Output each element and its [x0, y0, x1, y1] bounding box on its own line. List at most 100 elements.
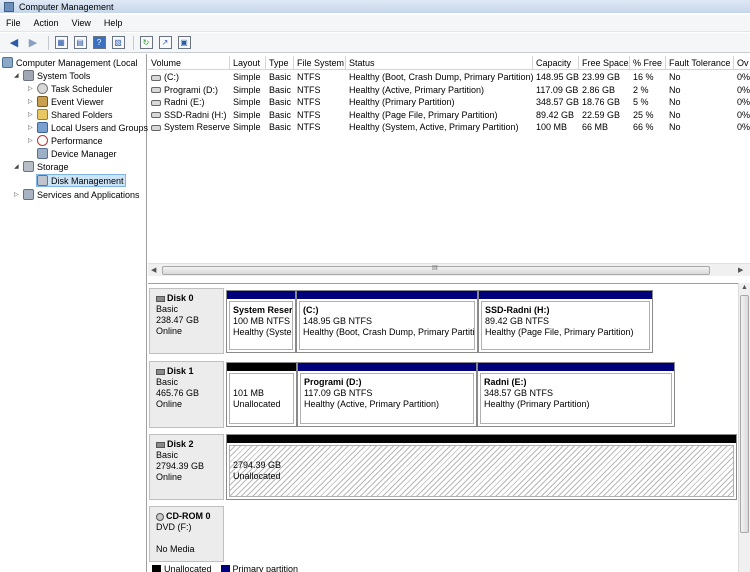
tree-item-local-users[interactable]: ▷ Local Users and Groups	[28, 121, 148, 134]
partition-h[interactable]: SSD-Radni (H:) 89.42 GB NTFS Healthy (Pa…	[478, 290, 653, 353]
show-hide-console-tree-icon[interactable]: ▦	[53, 35, 69, 51]
tree-item-services-applications[interactable]: ▷ Services and Applications	[14, 188, 140, 201]
performance-icon	[37, 135, 48, 146]
collapse-arrow-icon[interactable]: ◢	[14, 163, 23, 170]
menu-action[interactable]: Action	[34, 18, 59, 28]
disk-size: 2794.39 GB	[156, 461, 205, 471]
cdrom-0-label[interactable]: CD-ROM 0 DVD (F:) No Media	[149, 506, 224, 562]
cell-capacity: 148.95 GB	[536, 72, 579, 82]
menu-file[interactable]: File	[6, 18, 21, 28]
table-row[interactable]: System Reserved Simple Basic NTFS Health…	[148, 121, 750, 134]
column-header-percent-free[interactable]: % Free	[630, 56, 666, 69]
tree-item-device-manager[interactable]: Device Manager	[37, 147, 117, 160]
storage-icon	[23, 161, 34, 172]
export-glyph: ↗	[158, 36, 172, 49]
partition-system-reserved[interactable]: System Reserv 100 MB NTFS Healthy (Syste…	[226, 290, 296, 353]
tree-label: Computer Management (Local	[16, 57, 138, 68]
table-row[interactable]: Programi (D:) Simple Basic NTFS Healthy …	[148, 84, 750, 97]
drive-icon	[151, 112, 161, 119]
horizontal-scroll-thumb[interactable]: III	[162, 265, 710, 275]
show-hide-action-pane-icon[interactable]: ▧	[110, 35, 126, 51]
column-header-free-space[interactable]: Free Space	[579, 56, 630, 69]
partition-size: 2794.39 GB	[233, 460, 282, 470]
tree-item-task-scheduler[interactable]: ▷ Task Scheduler	[28, 82, 113, 95]
partition-d[interactable]: Programi (D:) 117.09 GB NTFS Healthy (Ac…	[297, 362, 477, 427]
table-row[interactable]: (C:) Simple Basic NTFS Healthy (Boot, Cr…	[148, 71, 750, 84]
vertical-scrollbar[interactable]: ▲	[738, 283, 750, 572]
help-icon[interactable]: ?	[91, 35, 107, 51]
forward-arrow-icon[interactable]: ▶	[25, 35, 41, 51]
menu-help[interactable]: Help	[104, 18, 123, 28]
expand-arrow-icon[interactable]: ▷	[28, 137, 37, 144]
tree-item-performance[interactable]: ▷ Performance	[28, 134, 103, 147]
cell-volume: SSD-Radni (H:)	[148, 109, 230, 122]
partition-title: Radni (E:)	[484, 377, 527, 387]
partition-c[interactable]: (C:) 148.95 GB NTFS Healthy (Boot, Crash…	[296, 290, 478, 353]
legend: Unallocated Primary partition	[152, 564, 298, 572]
expand-arrow-icon[interactable]: ▷	[14, 191, 23, 198]
menu-view[interactable]: View	[72, 18, 91, 28]
column-header-layout[interactable]: Layout	[230, 56, 266, 69]
horizontal-scrollbar[interactable]: ◀ III ▶	[148, 263, 750, 276]
partition-e[interactable]: Radni (E:) 348.57 GB NTFS Healthy (Prima…	[477, 362, 675, 427]
column-header-status[interactable]: Status	[346, 56, 533, 69]
table-row[interactable]: Radni (E:) Simple Basic NTFS Healthy (Pr…	[148, 96, 750, 109]
properties-icon[interactable]: ▤	[72, 35, 88, 51]
disk-0-label[interactable]: Disk 0 Basic 238.47 GB Online	[149, 288, 224, 354]
tree-item-disk-management[interactable]: Disk Management	[36, 174, 126, 187]
cell-overhead: 0%	[737, 122, 750, 132]
column-header-volume[interactable]: Volume	[148, 56, 230, 69]
partition-status: Healthy (Primary Partition)	[484, 399, 590, 409]
scroll-up-arrow-icon[interactable]: ▲	[741, 284, 748, 291]
cell-type: Basic	[269, 84, 292, 95]
tree-label: Event Viewer	[51, 96, 104, 107]
expand-arrow-icon[interactable]: ▷	[28, 124, 37, 131]
tree-item-system-tools[interactable]: ◢ System Tools	[14, 69, 90, 82]
unallocated-bar	[227, 435, 736, 443]
disk-2-label[interactable]: Disk 2 Basic 2794.39 GB Online	[149, 434, 224, 500]
expand-arrow-icon[interactable]: ▷	[28, 98, 37, 105]
column-header-fault-tolerance[interactable]: Fault Tolerance	[666, 56, 734, 69]
rescan-disks-icon[interactable]: ▣	[176, 35, 192, 51]
tree-item-computer-management[interactable]: Computer Management (Local	[2, 56, 138, 69]
partition-status: Healthy (Active, Primary Partition)	[304, 399, 440, 409]
collapse-arrow-icon[interactable]: ◢	[14, 72, 23, 79]
partition-unallocated-2794gb[interactable]: 2794.39 GB Unallocated	[226, 434, 737, 500]
expand-arrow-icon[interactable]: ▷	[28, 111, 37, 118]
partition-size: 89.42 GB NTFS	[485, 316, 550, 326]
export-list-icon[interactable]: ↗	[157, 35, 173, 51]
tree-item-storage[interactable]: ◢ Storage	[14, 160, 69, 173]
scroll-left-arrow-icon[interactable]: ◀	[151, 266, 156, 274]
tree-item-shared-folders[interactable]: ▷ Shared Folders	[28, 108, 113, 121]
disk-1-label[interactable]: Disk 1 Basic 465.76 GB Online	[149, 361, 224, 428]
disk-type: DVD (F:)	[156, 522, 192, 532]
partition-body: Radni (E:) 348.57 GB NTFS Healthy (Prima…	[480, 373, 672, 424]
column-header-overhead[interactable]: Ov	[734, 56, 750, 69]
tree-item-event-viewer[interactable]: ▷ Event Viewer	[28, 95, 104, 108]
cell-fault-tolerance: No	[669, 72, 681, 82]
cell-capacity: 89.42 GB	[536, 109, 575, 120]
system-tools-icon	[23, 70, 34, 81]
cell-free-space: 2.86 GB	[582, 84, 616, 95]
computer-icon	[2, 57, 13, 68]
cell-fault-tolerance: No	[669, 122, 681, 132]
column-header-type[interactable]: Type	[266, 56, 294, 69]
column-header-file-system[interactable]: File System	[294, 56, 346, 69]
column-header-capacity[interactable]: Capacity	[533, 56, 579, 69]
partition-size: 117.09 GB NTFS	[304, 388, 373, 398]
back-arrow-icon[interactable]: ◀	[6, 35, 22, 51]
scroll-right-arrow-icon[interactable]: ▶	[738, 266, 743, 274]
expand-arrow-icon[interactable]: ▷	[28, 85, 37, 92]
refresh-icon[interactable]: ↻	[138, 35, 154, 51]
disk-state: Online	[156, 399, 183, 409]
disk-icon	[156, 441, 165, 448]
tree-label: Local Users and Groups	[51, 122, 149, 133]
table-row[interactable]: SSD-Radni (H:) Simple Basic NTFS Healthy…	[148, 109, 750, 122]
cell-type: Basic	[269, 97, 292, 107]
action-pane-glyph: ▧	[111, 36, 125, 49]
partition-unallocated-101mb[interactable]: 101 MB Unallocated	[226, 362, 297, 427]
vertical-scroll-thumb[interactable]	[740, 295, 749, 533]
partition-size: 101 MB	[233, 388, 265, 398]
help-glyph: ?	[92, 36, 106, 49]
cell-percent-free: 66 %	[633, 122, 654, 132]
